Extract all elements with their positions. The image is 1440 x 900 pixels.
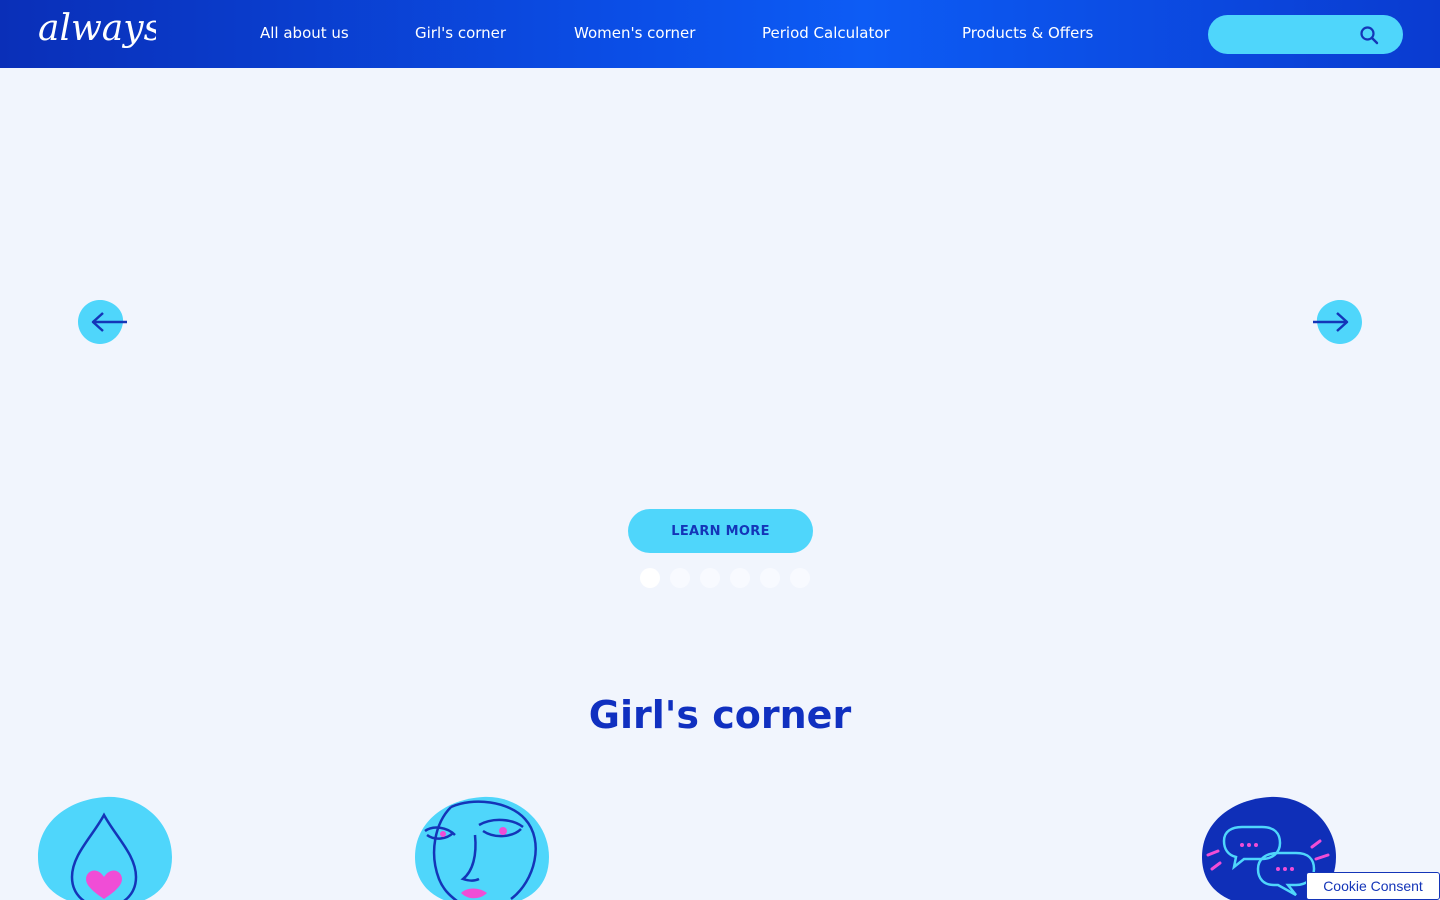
carousel-dot-3[interactable] <box>700 568 720 588</box>
carousel-dot-1[interactable] <box>640 568 660 588</box>
carousel-dot-4[interactable] <box>730 568 750 588</box>
carousel-dot-5[interactable] <box>760 568 780 588</box>
nav-period-calculator[interactable]: Period Calculator <box>762 24 890 44</box>
search-input[interactable] <box>1208 15 1403 54</box>
carousel-next-arrow-icon[interactable] <box>1312 300 1362 344</box>
face-illustration-icon[interactable] <box>413 795 553 900</box>
nav-products-offers[interactable]: Products & Offers <box>962 24 1093 44</box>
nav-womens-corner[interactable]: Women's corner <box>574 24 695 44</box>
learn-more-button[interactable]: LEARN MORE <box>628 509 813 553</box>
carousel-prev-arrow-icon[interactable] <box>78 300 128 344</box>
nav-girls-corner[interactable]: Girl's corner <box>415 24 506 44</box>
always-logo[interactable]: always <box>36 6 156 56</box>
search-icon[interactable] <box>1359 25 1379 45</box>
site-header: always All about us Girl's corner Women'… <box>0 0 1440 68</box>
carousel-dot-6[interactable] <box>790 568 810 588</box>
nav-all-about-us[interactable]: All about us <box>260 24 349 44</box>
logo-text: always <box>38 8 156 49</box>
section-title: Girl's corner <box>588 693 852 737</box>
carousel-dot-2[interactable] <box>670 568 690 588</box>
drop-heart-icon[interactable] <box>36 795 176 900</box>
cookie-consent-button[interactable]: Cookie Consent <box>1306 872 1440 900</box>
